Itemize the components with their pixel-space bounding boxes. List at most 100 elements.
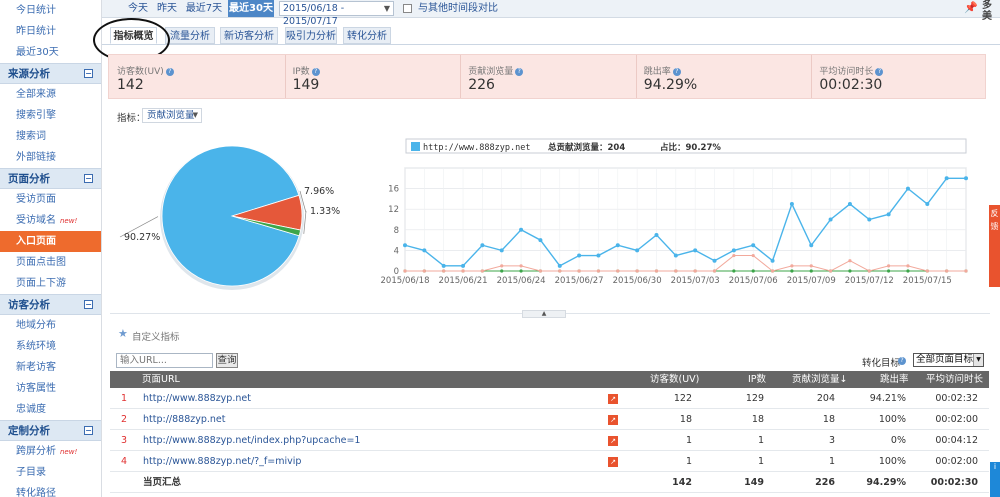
help-icon[interactable]: ? [898,357,906,365]
series-0-point[interactable] [751,243,756,248]
series-1-point[interactable] [635,269,639,273]
sidebar-group-2[interactable]: 访客分析 − [0,294,101,315]
series-1-point[interactable] [848,259,852,263]
series-1-point[interactable] [442,269,446,273]
sidebar-item-1-2[interactable]: 入口页面 [0,231,101,252]
series-0-point[interactable] [673,253,678,258]
col-header-bounce[interactable]: 跳出率 [880,371,909,388]
series-1-point[interactable] [828,269,833,273]
series-1-point[interactable] [558,269,562,273]
collapse-icon[interactable]: − [84,174,93,183]
collapse-chart-handle[interactable]: ▲ [522,310,566,318]
series-2-point[interactable] [519,269,523,273]
series-1-point[interactable] [906,264,910,268]
row-url-link[interactable]: http://www.888zyp.net/index.php?upcache=… [143,430,360,451]
series-0-point[interactable] [499,248,504,253]
series-0-point[interactable] [577,253,582,258]
series-1-point[interactable] [538,269,543,273]
series-1-point[interactable] [461,269,465,273]
col-header-pv[interactable]: 贡献浏览量↓ [792,371,847,388]
series-0-point[interactable] [403,243,407,248]
series-1-point[interactable] [596,269,601,273]
trend-chart-icon[interactable]: ↗ [608,436,618,446]
trend-chart-icon[interactable]: ↗ [608,415,618,425]
sidebar-item-2-0[interactable]: 地域分布 [0,315,101,336]
series-1-point[interactable] [964,269,968,273]
series-1-point[interactable] [422,269,426,273]
date-range-picker[interactable]: 2015/06/18 - 2015/07/17 ▼ [279,1,394,27]
series-1-point[interactable] [500,264,504,268]
series-1-point[interactable] [674,269,678,273]
series-1-point[interactable] [867,269,871,273]
series-0-point[interactable] [519,227,524,232]
series-0-point[interactable] [809,243,814,248]
row-url-link[interactable]: http://888zyp.net [143,409,226,430]
sidebar-item-top-0[interactable]: 今日统计 [0,0,101,21]
series-0-point[interactable] [693,248,698,253]
series-1-point[interactable] [519,264,523,268]
url-search-input[interactable] [116,353,213,368]
tab-2[interactable]: 新访客分析 [220,27,278,44]
series-0-point[interactable] [828,217,833,222]
compare-checkbox[interactable] [403,4,412,13]
series-0-point[interactable] [944,176,949,181]
series-0-point[interactable] [654,232,659,237]
series-1-point[interactable] [887,264,891,268]
date-yesterday-button[interactable]: 昨天 [154,0,180,17]
sidebar-group-0[interactable]: 来源分析 − [0,63,101,84]
series-2-point[interactable] [751,269,755,273]
sidebar-item-2-4[interactable]: 忠诚度 [0,399,101,420]
series-2-point[interactable] [906,269,910,273]
date-last7-button[interactable]: 最近7天 [184,0,224,17]
series-0-point[interactable] [847,202,852,207]
series-0-point[interactable] [635,248,640,253]
help-icon[interactable]: ? [875,68,884,76]
series-0-point[interactable] [886,212,891,217]
trend-chart-icon[interactable]: ↗ [608,457,618,467]
collapse-icon[interactable]: − [84,426,93,435]
date-today-button[interactable]: 今天 [125,0,151,17]
series-0-point[interactable] [422,248,427,253]
date-last30-button[interactable]: 最近30天 [228,0,274,17]
feedback-tab[interactable]: 反馈 [989,205,1000,287]
side-badge[interactable]: i [990,462,1000,497]
series-1-point[interactable] [809,264,813,268]
sidebar-item-3-1[interactable]: 子目录 [0,462,101,483]
help-icon[interactable]: ? [672,68,681,76]
series-0-point[interactable] [441,263,446,268]
series-0-point[interactable] [867,217,872,222]
series-1-point[interactable] [712,269,717,273]
series-1-point[interactable] [577,269,581,273]
series-2-point[interactable] [848,269,852,273]
series-1-point[interactable] [654,269,659,273]
sidebar-item-3-0[interactable]: 跨屏分析 new! [0,441,101,462]
series-0-point[interactable] [770,258,775,263]
series-1-point[interactable] [480,269,484,273]
series-0-point[interactable] [596,253,601,258]
query-button[interactable]: 查询 [216,353,238,368]
series-0-point[interactable] [712,258,717,263]
sidebar-item-1-1[interactable]: 受访域名 new! [0,210,101,231]
sidebar-item-2-2[interactable]: 新老访客 [0,357,101,378]
col-header-uv[interactable]: 访客数(UV) [650,371,699,388]
sidebar-item-top-2[interactable]: 最近30天 [0,42,101,63]
series-0-point[interactable] [615,243,620,248]
series-1-point[interactable] [732,253,736,258]
series-2-point[interactable] [732,269,736,273]
series-2-point[interactable] [790,269,794,273]
row-url-link[interactable]: http://www.888zyp.net/?_f=mivip [143,451,301,472]
sidebar-item-1-0[interactable]: 受访页面 [0,189,101,210]
collapse-icon[interactable]: − [84,300,93,309]
col-header-time[interactable]: 平均访问时长 [926,371,983,388]
series-0-point[interactable] [964,176,968,181]
series-0-point[interactable] [925,202,930,207]
col-header-ip[interactable]: IP数 [748,371,766,388]
series-1-point[interactable] [945,269,949,273]
series-0-point[interactable] [557,263,562,268]
series-1-point[interactable] [616,269,620,273]
sidebar-item-1-3[interactable]: 页面点击图 [0,252,101,273]
series-2-point[interactable] [887,269,891,273]
series-0-point[interactable] [789,202,794,207]
sidebar-item-top-1[interactable]: 昨日统计 [0,21,101,42]
series-0-point[interactable] [538,238,543,243]
